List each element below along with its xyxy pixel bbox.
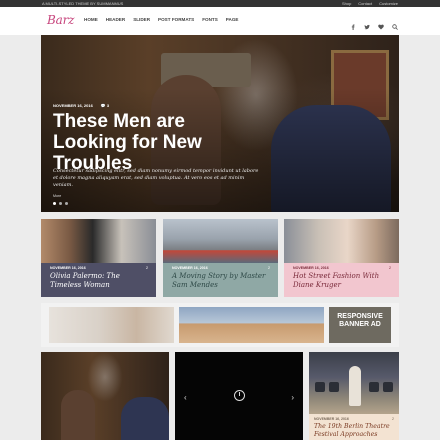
- prev-arrow-icon[interactable]: ‹: [184, 393, 187, 402]
- post-card-info: NOVEMBER 16, 2016 2 Olivia Palermo: The …: [41, 263, 156, 297]
- search-icon[interactable]: [392, 17, 398, 30]
- nav-header[interactable]: HEADER: [106, 17, 125, 22]
- post-card-comments[interactable]: 2: [146, 266, 148, 270]
- shop-link[interactable]: Shop: [342, 0, 351, 7]
- post-card-title[interactable]: Hot Street Fashion With Diane Kruger: [293, 272, 393, 290]
- post-card-date: NOVEMBER 16, 2016: [293, 266, 329, 270]
- bottom-image-figure-right: [121, 397, 169, 440]
- hero-slider[interactable]: NOVEMBER 16, 2016 💬 3 These Men are Look…: [41, 35, 399, 212]
- theatre-seat: [315, 382, 325, 392]
- video-gallery[interactable]: ‹ ›: [175, 352, 303, 440]
- post-card-info: NOVEMBER 16, 2016 2 The 19th Berlin Thea…: [309, 414, 399, 440]
- hero-meta: NOVEMBER 16, 2016 💬 3: [53, 103, 109, 108]
- contact-link[interactable]: Contact: [358, 0, 372, 7]
- post-card-comments[interactable]: 2: [392, 417, 394, 421]
- site-tagline: A MULTI-STYLED THEME BY SUMMANMUS: [42, 1, 124, 6]
- facebook-icon[interactable]: [350, 17, 356, 30]
- post-card-image: [309, 352, 399, 414]
- hero-comments: 3: [106, 103, 110, 108]
- nav-home[interactable]: HOME: [84, 17, 98, 22]
- main-nav: HOME HEADER SLIDER POST FORMATS FONTS PA…: [84, 17, 238, 22]
- post-card-title[interactable]: A Moving Story by Master Sam Mendes: [172, 272, 272, 290]
- social-icons: [350, 17, 398, 30]
- comment-icon: 💬: [100, 103, 106, 108]
- theatre-seat: [383, 382, 393, 392]
- post-card-info: NOVEMBER 16, 2016 2 Hot Street Fashion W…: [284, 263, 399, 297]
- post-card-image: [41, 219, 156, 263]
- nav-slider[interactable]: SLIDER: [133, 17, 150, 22]
- hero-date: NOVEMBER 16, 2016: [53, 103, 93, 108]
- nav-fonts[interactable]: FONTS: [202, 17, 218, 22]
- slider-dot[interactable]: [53, 202, 56, 205]
- theatre-figure: [349, 366, 361, 406]
- slider-dot[interactable]: [59, 202, 62, 205]
- bottom-post-image-left[interactable]: [41, 352, 169, 440]
- post-card-title[interactable]: The 19th Berlin Theatre Festival Approac…: [314, 423, 396, 438]
- theatre-seat: [369, 382, 379, 392]
- bottom-post-card[interactable]: NOVEMBER 16, 2016 2 The 19th Berlin Thea…: [309, 352, 399, 440]
- top-bar: A MULTI-STYLED THEME BY SUMMANMUS Shop C…: [0, 0, 440, 7]
- hero-excerpt: Consectetur sadipscing elitr, sed diam n…: [53, 168, 259, 188]
- post-card-image: [284, 219, 399, 263]
- banner-ad[interactable]: RESPONSIVE BANNER AD: [41, 303, 399, 347]
- bottom-image-figure-left: [61, 390, 95, 440]
- twitter-icon[interactable]: [364, 17, 370, 30]
- nav-post-formats[interactable]: POST FORMATS: [158, 17, 194, 22]
- post-card-2[interactable]: NOVEMBER 16, 2016 2 A Moving Story by Ma…: [163, 219, 278, 297]
- next-arrow-icon[interactable]: ›: [291, 393, 294, 402]
- top-links: Shop Contact Customize: [342, 0, 398, 7]
- slider-dots: [53, 202, 68, 205]
- banner-label: RESPONSIVE BANNER AD: [337, 313, 383, 328]
- nav-page[interactable]: PAGE: [226, 17, 239, 22]
- hero-comment-count[interactable]: 💬 3: [101, 103, 109, 108]
- post-card-info: NOVEMBER 16, 2016 2 A Moving Story by Ma…: [163, 263, 278, 297]
- post-card-comments[interactable]: 2: [268, 266, 270, 270]
- post-card-title[interactable]: Olivia Palermo: The Timeless Woman: [50, 272, 150, 290]
- hero-title[interactable]: These Men are Looking for New Troubles: [53, 111, 253, 174]
- post-card-date: NOVEMBER 16, 2016: [172, 266, 208, 270]
- post-card-date: NOVEMBER 16, 2016: [314, 417, 349, 421]
- post-card-3[interactable]: NOVEMBER 16, 2016 2 Hot Street Fashion W…: [284, 219, 399, 297]
- post-card-comments[interactable]: 2: [389, 266, 391, 270]
- hero-more-link[interactable]: More: [53, 194, 61, 198]
- post-card-image: [163, 219, 278, 263]
- loading-spinner-icon: [234, 390, 245, 401]
- customize-link[interactable]: Customize: [379, 0, 398, 7]
- heart-icon[interactable]: [378, 17, 384, 30]
- site-header: Barz HOME HEADER SLIDER POST FORMATS FON…: [0, 7, 440, 35]
- site-logo[interactable]: Barz: [47, 13, 74, 27]
- post-card-date: NOVEMBER 16, 2016: [50, 266, 86, 270]
- banner-image-left: [49, 307, 174, 343]
- banner-image-middle: [179, 307, 324, 343]
- theatre-seat: [329, 382, 339, 392]
- slider-dot[interactable]: [65, 202, 68, 205]
- post-card-1[interactable]: NOVEMBER 16, 2016 2 Olivia Palermo: The …: [41, 219, 156, 297]
